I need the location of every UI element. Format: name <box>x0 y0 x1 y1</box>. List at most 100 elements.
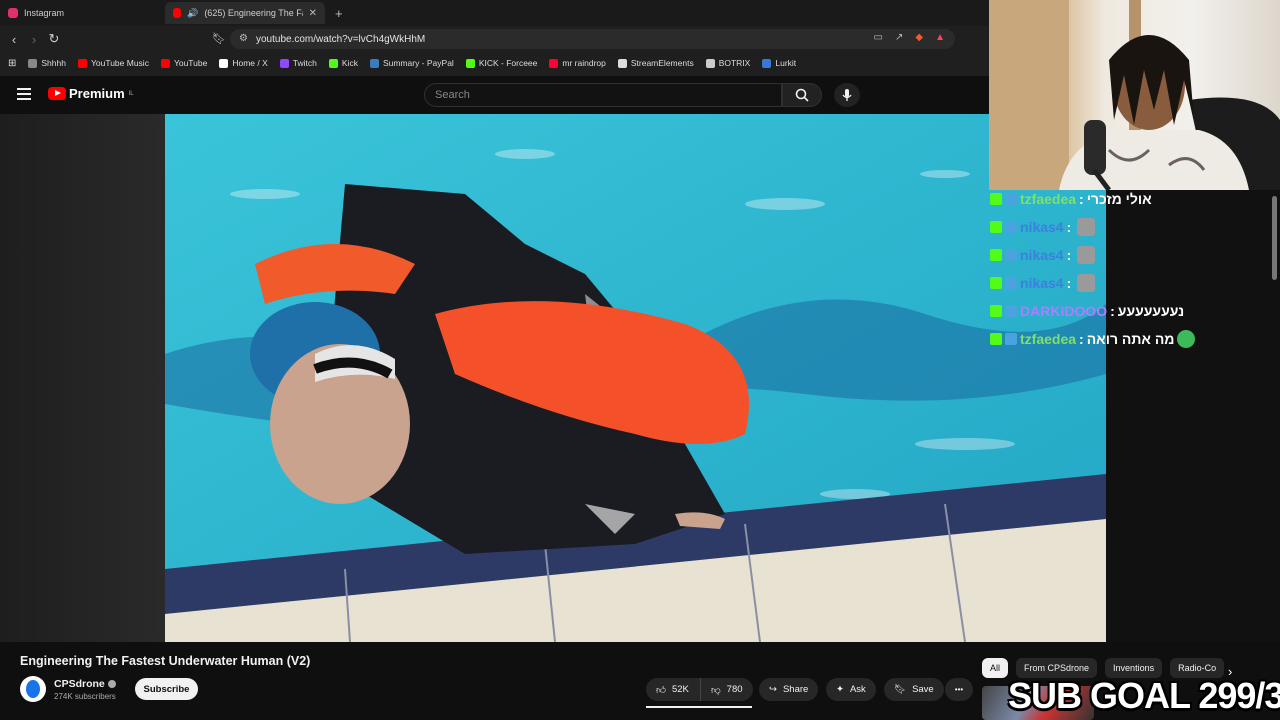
bookmark-item[interactable]: Lurkit <box>756 58 802 68</box>
instagram-icon <box>8 8 18 18</box>
chat-username[interactable]: DARKIDOOO <box>1020 303 1107 319</box>
bookmark-favicon-icon <box>705 58 715 68</box>
youtube-icon <box>173 8 182 18</box>
webcam-image <box>989 0 1280 190</box>
brave-rewards-icon[interactable]: ▲ <box>935 32 945 43</box>
youtube-play-icon <box>48 87 66 100</box>
reload-icon[interactable]: ↻ <box>44 31 64 47</box>
bookmark-favicon-icon <box>77 58 87 68</box>
kick-badge-icon <box>990 333 1002 345</box>
kick-badge-icon <box>990 249 1002 261</box>
search-input[interactable]: Search <box>424 83 782 107</box>
microphone-icon <box>842 88 852 101</box>
bookmark-item[interactable]: Twitch <box>274 58 323 68</box>
chat-username[interactable]: tzfaedea <box>1020 191 1076 207</box>
video-side-panel-left <box>0 114 165 642</box>
chat-message: nikas4: <box>990 243 1096 267</box>
bookmark-label: StreamElements <box>630 58 694 68</box>
dislike-button[interactable]: 👎︎ 780 <box>700 678 753 701</box>
streamer-webcam <box>989 0 1280 190</box>
chat-text: נעעעעעעע <box>1117 303 1185 319</box>
chat-username[interactable]: nikas4 <box>1020 275 1064 291</box>
bookmarks-bar: ⊞ Shhhh YouTube Music YouTube Home / X Twitc… <box>0 52 989 74</box>
ask-button[interactable]: ✦ Ask <box>826 678 876 701</box>
video-title: Engineering The Fastest Underwater Human… <box>20 654 311 668</box>
video-frame-image <box>165 114 1106 642</box>
thumbs-up-icon: 👍︎ <box>656 684 666 696</box>
tab-strip: Instagram 🔊 (625) Engineering The Fastes… <box>0 0 989 26</box>
bookmark-label: Home / X <box>232 58 268 68</box>
verified-icon <box>107 680 116 689</box>
bookmark-item[interactable]: Summary - PayPal <box>364 58 460 68</box>
like-button[interactable]: 👍︎ 52K <box>646 678 700 701</box>
bookmark-favicon-icon <box>279 58 289 68</box>
share-button[interactable]: ↪ Share <box>759 678 819 701</box>
more-actions-button[interactable]: ••• <box>945 678 973 701</box>
chat-separator: : <box>1079 331 1084 347</box>
chat-message: nikas4: <box>990 215 1096 239</box>
chat-scrollbar[interactable] <box>1272 196 1277 280</box>
save-button[interactable]: 🔖︎ Save <box>884 678 944 701</box>
tab-youtube-video[interactable]: 🔊 (625) Engineering The Fastest ✕ <box>165 2 325 24</box>
menu-icon[interactable] <box>17 88 31 100</box>
subscribe-button[interactable]: Subscribe <box>135 678 198 700</box>
chat-username[interactable]: tzfaedea <box>1020 331 1076 347</box>
site-settings-icon[interactable]: ⚙ <box>239 33 248 44</box>
forward-icon[interactable]: › <box>24 32 44 47</box>
bookmark-item[interactable]: Home / X <box>213 58 273 68</box>
address-bar-row: ‹ › ↻ 🔖︎ ⚙ youtube.com/watch?v=lvCh4gWkH… <box>0 26 989 52</box>
bookmark-item[interactable]: mr raindrop <box>543 58 611 68</box>
bookmark-item[interactable]: BOTRIX <box>700 58 757 68</box>
chat-separator: : <box>1066 247 1072 263</box>
bookmark-label: Shhhh <box>41 58 66 68</box>
new-tab-button[interactable]: + <box>335 6 343 21</box>
chat-username[interactable]: nikas4 <box>1020 219 1064 235</box>
apps-grid-icon[interactable]: ⊞ <box>8 58 16 69</box>
tab-label: (625) Engineering The Fastest <box>204 8 302 18</box>
bookmark-item[interactable]: Kick <box>323 58 364 68</box>
close-icon[interactable]: ✕ <box>309 8 317 19</box>
video-player[interactable] <box>165 114 1106 642</box>
url-text: youtube.com/watch?v=lvCh4gWkHhM <box>256 33 426 45</box>
brave-shield-icon[interactable]: ◆ <box>915 32 923 43</box>
chat-emote-icon <box>1077 218 1096 236</box>
share-icon: ↪ <box>769 684 777 695</box>
chat-message: tzfaedea: מה אתה רואה <box>990 327 1196 351</box>
sub-badge-icon <box>1005 221 1017 233</box>
chat-separator: : <box>1079 191 1084 207</box>
bookmark-item[interactable]: StreamElements <box>612 58 700 68</box>
bookmark-favicon-icon <box>369 58 379 68</box>
bookmark-label: mr raindrop <box>562 58 606 68</box>
like-ratio-bar <box>646 706 752 708</box>
bookmark-label: KICK - Forceee <box>478 58 538 68</box>
chat-username[interactable]: nikas4 <box>1020 247 1064 263</box>
speaker-icon: 🔊 <box>187 7 199 18</box>
save-bookmark-icon: 🔖︎ <box>894 684 907 695</box>
bookmark-label: Twitch <box>292 58 317 68</box>
channel-name[interactable]: CPSdrone <box>54 678 116 690</box>
bookmark-label: YouTube <box>173 58 208 68</box>
voice-search-button[interactable] <box>834 83 860 107</box>
cast-icon[interactable]: ▭ <box>874 32 883 43</box>
sub-goal-overlay: SUB GOAL 299/300 <box>1008 675 1280 716</box>
bookmark-icon[interactable]: 🔖︎ <box>212 32 226 45</box>
bookmark-item[interactable]: YouTube Music <box>72 58 155 68</box>
share-page-icon[interactable]: ↗ <box>895 32 903 43</box>
chat-text: מה אתה רואה <box>1086 331 1175 347</box>
search-button[interactable] <box>782 83 822 107</box>
url-field[interactable]: ⚙ youtube.com/watch?v=lvCh4gWkHhM ▭ ↗ ◆ … <box>230 29 955 49</box>
youtube-premium-logo[interactable]: Premium IL <box>48 86 134 101</box>
chat-emote-icon <box>1177 330 1196 348</box>
tab-instagram[interactable]: Instagram <box>0 2 165 24</box>
back-icon[interactable]: ‹ <box>4 32 24 47</box>
channel-avatar[interactable] <box>20 676 46 702</box>
bookmark-item[interactable]: Shhhh <box>22 58 72 68</box>
bookmark-label: BOTRIX <box>718 58 751 68</box>
screen: Instagram 🔊 (625) Engineering The Fastes… <box>0 0 1280 720</box>
bookmark-item[interactable]: KICK - Forceee <box>460 58 544 68</box>
chat-separator: : <box>1066 219 1072 235</box>
stream-chat-overlay: tzfaedea: אולי מזכרי nikas4: nikas4: nikas4:… <box>990 190 1280 360</box>
kick-badge-icon <box>990 305 1002 317</box>
bookmark-item[interactable]: YouTube <box>155 58 213 68</box>
chip-filter[interactable]: All <box>982 658 1009 678</box>
